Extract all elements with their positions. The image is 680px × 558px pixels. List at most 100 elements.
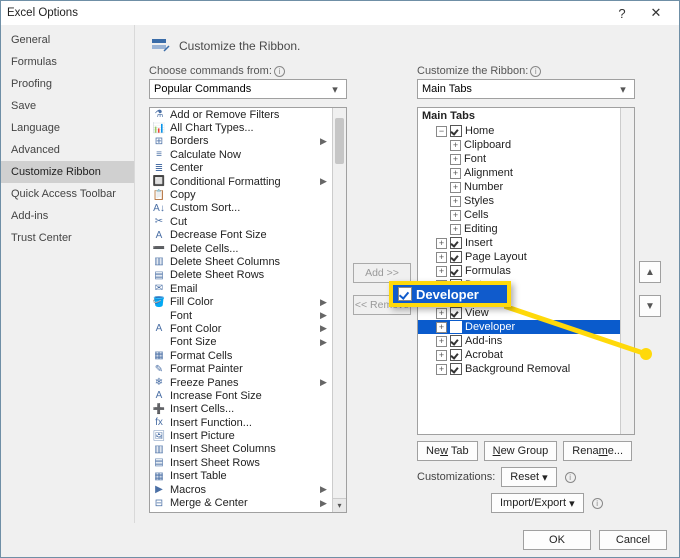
tree-item-developer[interactable]: +Developer xyxy=(418,320,620,334)
checkbox[interactable] xyxy=(450,251,462,263)
expand-icon[interactable]: + xyxy=(450,224,461,235)
tree-item-editing[interactable]: +Editing xyxy=(418,222,620,236)
command-item[interactable]: A↓Custom Sort... xyxy=(150,202,332,215)
tree-item-alignment[interactable]: +Alignment xyxy=(418,166,620,180)
sidebar-item-customize-ribbon[interactable]: Customize Ribbon xyxy=(1,161,134,183)
expand-icon[interactable]: + xyxy=(436,322,447,333)
expand-icon[interactable]: + xyxy=(436,308,447,319)
command-item[interactable]: ✎Format Painter xyxy=(150,362,332,375)
checkbox[interactable] xyxy=(450,307,462,319)
reset-dropdown[interactable]: Reset ▾ xyxy=(501,467,556,487)
tree-item-cells[interactable]: +Cells xyxy=(418,208,620,222)
checkbox[interactable] xyxy=(450,265,462,277)
tree-item-clipboard[interactable]: +Clipboard xyxy=(418,138,620,152)
scroll-down-icon[interactable]: ▾ xyxy=(332,498,346,512)
expand-icon[interactable]: + xyxy=(436,266,447,277)
info-icon[interactable]: i xyxy=(565,472,576,483)
move-up-button[interactable]: ▲ xyxy=(639,261,661,283)
sidebar-item-add-ins[interactable]: Add-ins xyxy=(1,205,134,227)
new-tab-button[interactable]: New Tab xyxy=(417,441,478,461)
command-item[interactable]: ➖Delete Cells... xyxy=(150,242,332,255)
expand-icon[interactable]: + xyxy=(450,154,461,165)
sidebar-item-trust-center[interactable]: Trust Center xyxy=(1,227,134,249)
info-icon[interactable]: i xyxy=(274,66,285,77)
sidebar-item-formulas[interactable]: Formulas xyxy=(1,51,134,73)
tree-item-page-layout[interactable]: +Page Layout xyxy=(418,250,620,264)
info-icon[interactable]: i xyxy=(592,498,603,509)
checkbox[interactable] xyxy=(450,237,462,249)
command-item[interactable]: 🖼Insert Picture xyxy=(150,429,332,442)
command-item[interactable]: ⚗Add or Remove Filters xyxy=(150,108,332,121)
tree-item-formulas[interactable]: +Formulas xyxy=(418,264,620,278)
expand-icon[interactable]: + xyxy=(436,350,447,361)
command-item[interactable]: ✉Email xyxy=(150,282,332,295)
command-item[interactable]: fxInsert Function... xyxy=(150,416,332,429)
tree-item-styles[interactable]: +Styles xyxy=(418,194,620,208)
info-icon[interactable]: i xyxy=(530,66,541,77)
ok-button[interactable]: OK xyxy=(523,530,591,550)
command-item[interactable]: ▤Insert Sheet Rows xyxy=(150,456,332,469)
expand-icon[interactable]: + xyxy=(436,238,447,249)
choose-commands-dropdown[interactable]: Popular Commands ▾ xyxy=(149,79,347,99)
collapse-icon[interactable]: − xyxy=(436,126,447,137)
ribbon-tree[interactable]: Main Tabs −Home+Clipboard+Font+Alignment… xyxy=(417,107,635,435)
command-item[interactable]: ▦Format Cells xyxy=(150,349,332,362)
command-item[interactable]: Font Size▶ xyxy=(150,336,332,349)
customize-ribbon-dropdown[interactable]: Main Tabs ▾ xyxy=(417,79,635,99)
command-item[interactable]: 📋Copy xyxy=(150,188,332,201)
sidebar-item-proofing[interactable]: Proofing xyxy=(1,73,134,95)
command-item[interactable]: 📊All Chart Types... xyxy=(150,121,332,134)
tree-item-number[interactable]: +Number xyxy=(418,180,620,194)
tree-item-acrobat[interactable]: +Acrobat xyxy=(418,348,620,362)
sidebar-item-advanced[interactable]: Advanced xyxy=(1,139,134,161)
sidebar-item-general[interactable]: General xyxy=(1,29,134,51)
command-item[interactable]: ≣Center xyxy=(150,162,332,175)
expand-icon[interactable]: + xyxy=(450,210,461,221)
tree-item-insert[interactable]: +Insert xyxy=(418,236,620,250)
move-down-button[interactable]: ▼ xyxy=(639,295,661,317)
expand-icon[interactable]: + xyxy=(436,252,447,263)
scrollbar[interactable] xyxy=(332,108,346,498)
rename-button[interactable]: Rename... xyxy=(563,441,632,461)
expand-icon[interactable]: + xyxy=(450,168,461,179)
checkbox[interactable] xyxy=(450,349,462,361)
expand-icon[interactable]: + xyxy=(450,140,461,151)
command-item[interactable]: 🔲Conditional Formatting▶ xyxy=(150,175,332,188)
add-button[interactable]: Add >> xyxy=(353,263,411,283)
command-item[interactable]: ⊟Merge & Center▶ xyxy=(150,496,332,509)
command-item[interactable]: ▦Insert Table xyxy=(150,470,332,483)
new-group-button[interactable]: New Group xyxy=(484,441,558,461)
command-item[interactable]: ▶Macros▶ xyxy=(150,483,332,496)
sidebar-item-language[interactable]: Language xyxy=(1,117,134,139)
sidebar-item-save[interactable]: Save xyxy=(1,95,134,117)
tree-item-view[interactable]: +View xyxy=(418,306,620,320)
command-item[interactable]: ≡Calculate Now xyxy=(150,148,332,161)
command-item[interactable]: ✂Cut xyxy=(150,215,332,228)
command-item[interactable]: ADecrease Font Size xyxy=(150,229,332,242)
expand-icon[interactable]: + xyxy=(450,182,461,193)
close-button[interactable]: ✕ xyxy=(639,2,673,24)
checkbox[interactable] xyxy=(450,363,462,375)
command-item[interactable]: ▥Insert Sheet Columns xyxy=(150,443,332,456)
command-item[interactable]: ⊞Borders▶ xyxy=(150,135,332,148)
checkbox[interactable] xyxy=(450,321,462,333)
tree-item-background-removal[interactable]: +Background Removal xyxy=(418,362,620,376)
checkbox[interactable] xyxy=(450,335,462,347)
expand-icon[interactable]: + xyxy=(436,336,447,347)
command-item[interactable]: ▤Delete Sheet Rows xyxy=(150,269,332,282)
import-export-dropdown[interactable]: Import/Export ▾ xyxy=(491,493,584,513)
checkbox[interactable] xyxy=(450,125,462,137)
command-item[interactable]: ❄Freeze Panes▶ xyxy=(150,376,332,389)
command-item[interactable]: AIncrease Font Size xyxy=(150,389,332,402)
cancel-button[interactable]: Cancel xyxy=(599,530,667,550)
expand-icon[interactable]: + xyxy=(436,364,447,375)
sidebar-item-quick-access-toolbar[interactable]: Quick Access Toolbar xyxy=(1,183,134,205)
command-item[interactable]: Font▶ xyxy=(150,309,332,322)
tree-item-add-ins[interactable]: +Add-ins xyxy=(418,334,620,348)
help-button[interactable]: ? xyxy=(605,2,639,24)
commands-list[interactable]: ⚗Add or Remove Filters📊All Chart Types..… xyxy=(149,107,347,513)
expand-icon[interactable]: + xyxy=(450,196,461,207)
tree-item-font[interactable]: +Font xyxy=(418,152,620,166)
scrollbar[interactable] xyxy=(620,108,634,434)
command-item[interactable]: AFont Color▶ xyxy=(150,322,332,335)
